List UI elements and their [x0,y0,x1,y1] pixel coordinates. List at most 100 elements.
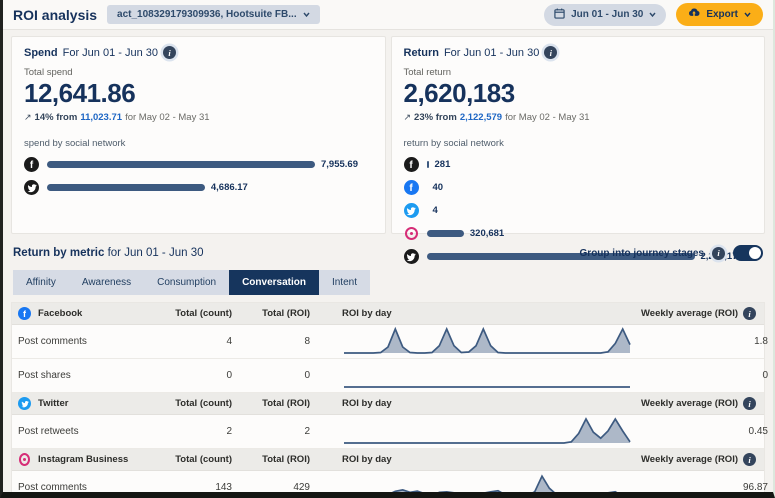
network-bar-row: 4 [404,204,753,218]
return-by-metric-title: Return by metric for Jun 01 - Jun 30 [13,247,204,259]
col-weekly-average: Weekly average (ROI)i [620,307,760,320]
group-journey-stages-toggle[interactable] [733,245,763,261]
return-previous-value-link[interactable]: 2,122,579 [460,112,502,123]
roi-value: 8 [246,336,324,347]
chevron-down-icon [744,12,751,17]
col-total-roi: Total (ROI) [246,454,324,465]
date-range-picker[interactable]: Jun 01 - Jun 30 [544,4,666,26]
spend-change-pct: 14% from [35,112,78,123]
count-value: 2 [168,426,246,437]
calendar-icon [554,8,565,22]
tab-awareness[interactable]: Awareness [69,270,144,295]
return-panel-title: Return [404,47,439,59]
bar-value-label: 4,686.17 [211,182,248,193]
metric-name: Post retweets [18,426,168,437]
spend-by-network-chart: f7,955.694,686.17 [24,158,373,195]
network-name: fFacebook [18,307,168,320]
tab-intent[interactable]: Intent [319,270,370,295]
facebook-dark-icon: f [404,157,419,172]
return-bars-title: return by social network [404,138,753,149]
count-value: 4 [168,336,246,347]
info-icon[interactable]: i [712,247,725,260]
weekly-average-value: 96.87 [632,482,772,493]
weekly-average-value: 0.45 [632,426,772,437]
return-by-metric-table: fFacebookTotal (count)Total (ROI)ROI by … [11,302,765,498]
account-dropdown-label: act_108329179309936, Hootsuite FB... [117,9,297,20]
table-group-header: Instagram BusinessTotal (count)Total (RO… [12,449,764,471]
col-weekly-average: Weekly average (ROI)i [620,397,760,410]
col-total-count: Total (count) [168,308,246,319]
trend-up-icon: ↗ [24,112,32,123]
col-roi-by-day: ROI by day [324,398,620,409]
tab-conversation[interactable]: Conversation [229,270,319,295]
trend-up-icon: ↗ [404,112,412,123]
download-cloud-icon [688,8,700,21]
network-bar-row: 320,681 [404,227,753,241]
spend-change-period: for May 02 - May 31 [125,112,209,123]
roi-by-day-sparkline [324,360,632,392]
export-button[interactable]: Export [676,3,763,26]
bar-value-label: 40 [433,182,444,193]
info-icon[interactable]: i [743,397,756,410]
spend-bars-title: spend by social network [24,138,373,149]
count-value: 143 [168,482,246,493]
network-name: Twitter [18,397,168,410]
instagram-icon [404,226,419,241]
twitter-blue-icon [18,397,31,410]
table-row: Post comments481.8 [12,325,764,359]
chevron-down-icon [649,12,656,17]
bar [427,161,429,168]
col-total-count: Total (count) [168,454,246,465]
weekly-average-value: 1.8 [632,336,772,347]
spend-panel-title: Spend [24,47,58,59]
col-total-count: Total (count) [168,398,246,409]
roi-value: 0 [246,370,324,381]
top-bar: ROI analysis act_108329179309936, Hootsu… [3,0,773,30]
spend-panel-period: For Jun 01 - Jun 30 [63,47,158,59]
network-bar-row: f 40 [404,181,753,195]
facebook-blue-icon: f [404,180,419,195]
spend-previous-value-link[interactable]: 11,023.71 [80,112,122,123]
twitter-dark-icon [24,180,39,195]
bar-value-label: 281 [435,159,451,170]
page-title: ROI analysis [13,7,97,23]
spend-change-line: ↗ 14% from 11,023.71 for May 02 - May 31 [24,112,373,123]
col-roi-by-day: ROI by day [324,308,620,319]
return-change-pct: 23% from [414,112,457,123]
metric-tabs: AffinityAwarenessConsumptionConversation… [13,270,370,295]
return-by-metric-header: Return by metric for Jun 01 - Jun 30 Gro… [13,245,763,261]
metric-name: Post comments [18,336,168,347]
twitter-dark-icon [404,249,419,264]
metric-name: Post shares [18,370,168,381]
info-icon[interactable]: i [743,307,756,320]
total-spend-value: 12,641.86 [24,79,373,108]
instagram-icon [18,453,31,466]
col-weekly-average: Weekly average (ROI)i [620,453,760,466]
toggle-knob [749,247,761,259]
roi-value: 429 [246,482,324,493]
roi-value: 2 [246,426,324,437]
roi-by-day-sparkline [324,416,632,448]
info-icon[interactable]: i [544,46,557,59]
total-return-value: 2,620,183 [404,79,753,108]
col-total-roi: Total (ROI) [246,398,324,409]
return-change-period: for May 02 - May 31 [505,112,589,123]
facebook-blue-icon: f [18,307,31,320]
group-journey-stages-label: Group into journey stages [580,248,704,259]
bar-value-label: 4 [433,205,438,216]
bar-value-label: 320,681 [470,228,504,239]
tab-consumption[interactable]: Consumption [144,270,229,295]
weekly-average-value: 0 [632,370,772,381]
info-icon[interactable]: i [163,46,176,59]
bar-value-label: 7,955.69 [321,159,358,170]
network-bar-row: 4,686.17 [24,181,373,195]
network-name: Instagram Business [18,453,168,466]
account-dropdown[interactable]: act_108329179309936, Hootsuite FB... [107,5,320,24]
total-return-label: Total return [404,67,753,78]
info-icon[interactable]: i [743,453,756,466]
tab-affinity[interactable]: Affinity [13,270,69,295]
metric-name: Post comments [18,482,168,493]
roi-by-day-sparkline [324,472,632,498]
chevron-down-icon [303,12,310,17]
roi-analysis-page: ROI analysis act_108329179309936, Hootsu… [0,0,775,498]
